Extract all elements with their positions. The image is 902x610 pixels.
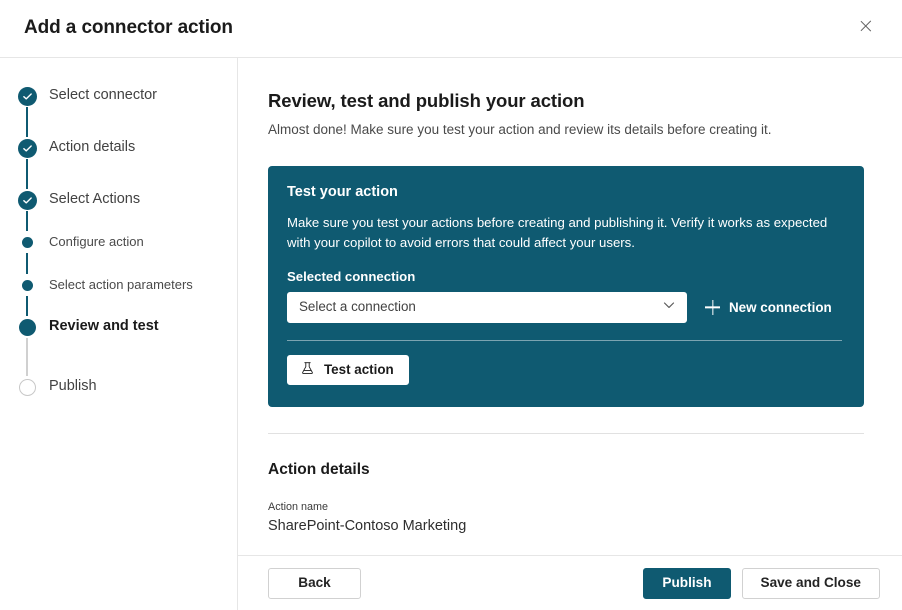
stepper-item-label: Review and test xyxy=(49,318,159,335)
step-connector xyxy=(26,338,28,376)
selected-connection-label: Selected connection xyxy=(287,269,842,285)
step-marker-current-icon xyxy=(16,316,38,338)
add-connector-action-dialog: Add a connector action Select connector xyxy=(0,0,902,610)
dialog-title: Add a connector action xyxy=(24,17,233,40)
dialog-body: Select connector Action details xyxy=(0,58,902,610)
step-connector xyxy=(26,107,28,137)
stepper-item-label: Select Actions xyxy=(49,191,140,208)
step-marker-done-icon xyxy=(16,85,38,107)
publish-button[interactable]: Publish xyxy=(643,568,730,599)
card-divider xyxy=(287,340,842,341)
chevron-down-icon xyxy=(662,298,676,317)
footer-primary-actions: Publish Save and Close xyxy=(643,568,880,599)
dialog-footer: Back Publish Save and Close xyxy=(238,555,902,610)
stepper-item-select-connector[interactable]: Select connector xyxy=(0,85,237,107)
action-name-value: SharePoint-Contoso Marketing xyxy=(268,517,864,536)
page-title: Review, test and publish your action xyxy=(268,89,864,112)
new-connection-label: New connection xyxy=(729,300,832,315)
plus-icon xyxy=(705,300,720,315)
test-card-description: Make sure you test your actions before c… xyxy=(287,213,842,253)
connection-select[interactable]: Select a connection xyxy=(287,292,687,323)
stepper-item-select-action-parameters[interactable]: Select action parameters xyxy=(0,274,237,296)
test-card-title: Test your action xyxy=(287,184,842,201)
stepper-item-label: Select action parameters xyxy=(49,277,193,293)
stepper-item-configure-action[interactable]: Configure action xyxy=(0,231,237,253)
test-action-label: Test action xyxy=(324,363,394,376)
step-marker-dot-icon xyxy=(16,274,38,296)
dialog-header: Add a connector action xyxy=(0,0,902,57)
step-connector xyxy=(26,253,28,274)
stepper-item-publish[interactable]: Publish xyxy=(0,376,237,398)
test-action-button[interactable]: Test action xyxy=(287,355,409,385)
stepper-item-review-and-test[interactable]: Review and test xyxy=(0,316,237,338)
step-connector xyxy=(26,159,28,189)
flask-icon xyxy=(300,361,315,379)
close-icon xyxy=(859,19,873,33)
step-marker-dot-icon xyxy=(16,231,38,253)
stepper-nav: Select connector Action details xyxy=(0,58,238,610)
action-name-field: Action name SharePoint-Contoso Marketing xyxy=(268,501,864,536)
step-marker-done-icon xyxy=(16,137,38,159)
connection-select-value: Select a connection xyxy=(299,299,662,315)
step-connector xyxy=(26,211,28,231)
action-name-label: Action name xyxy=(268,501,864,514)
action-details-divider xyxy=(268,433,864,434)
close-button[interactable] xyxy=(846,8,886,44)
test-your-action-card: Test your action Make sure you test your… xyxy=(268,166,864,407)
stepper-item-label: Select connector xyxy=(49,87,157,104)
stepper-item-label: Configure action xyxy=(49,234,144,250)
action-details-heading: Action details xyxy=(268,461,864,480)
page-subtitle: Almost done! Make sure you test your act… xyxy=(268,121,864,140)
content-pane: Review, test and publish your action Alm… xyxy=(238,58,902,610)
back-button[interactable]: Back xyxy=(268,568,361,599)
step-marker-empty-icon xyxy=(16,376,38,398)
stepper-item-label: Publish xyxy=(49,378,97,395)
save-and-close-button[interactable]: Save and Close xyxy=(742,568,881,599)
stepper-item-action-details[interactable]: Action details xyxy=(0,137,237,159)
step-connector xyxy=(26,296,28,316)
connection-row: Select a connection New connection xyxy=(287,292,842,323)
step-marker-done-icon xyxy=(16,189,38,211)
content-scroll-area[interactable]: Review, test and publish your action Alm… xyxy=(238,58,902,555)
stepper-item-label: Action details xyxy=(49,139,135,156)
stepper-item-select-actions[interactable]: Select Actions xyxy=(0,189,237,211)
new-connection-button[interactable]: New connection xyxy=(705,300,832,315)
